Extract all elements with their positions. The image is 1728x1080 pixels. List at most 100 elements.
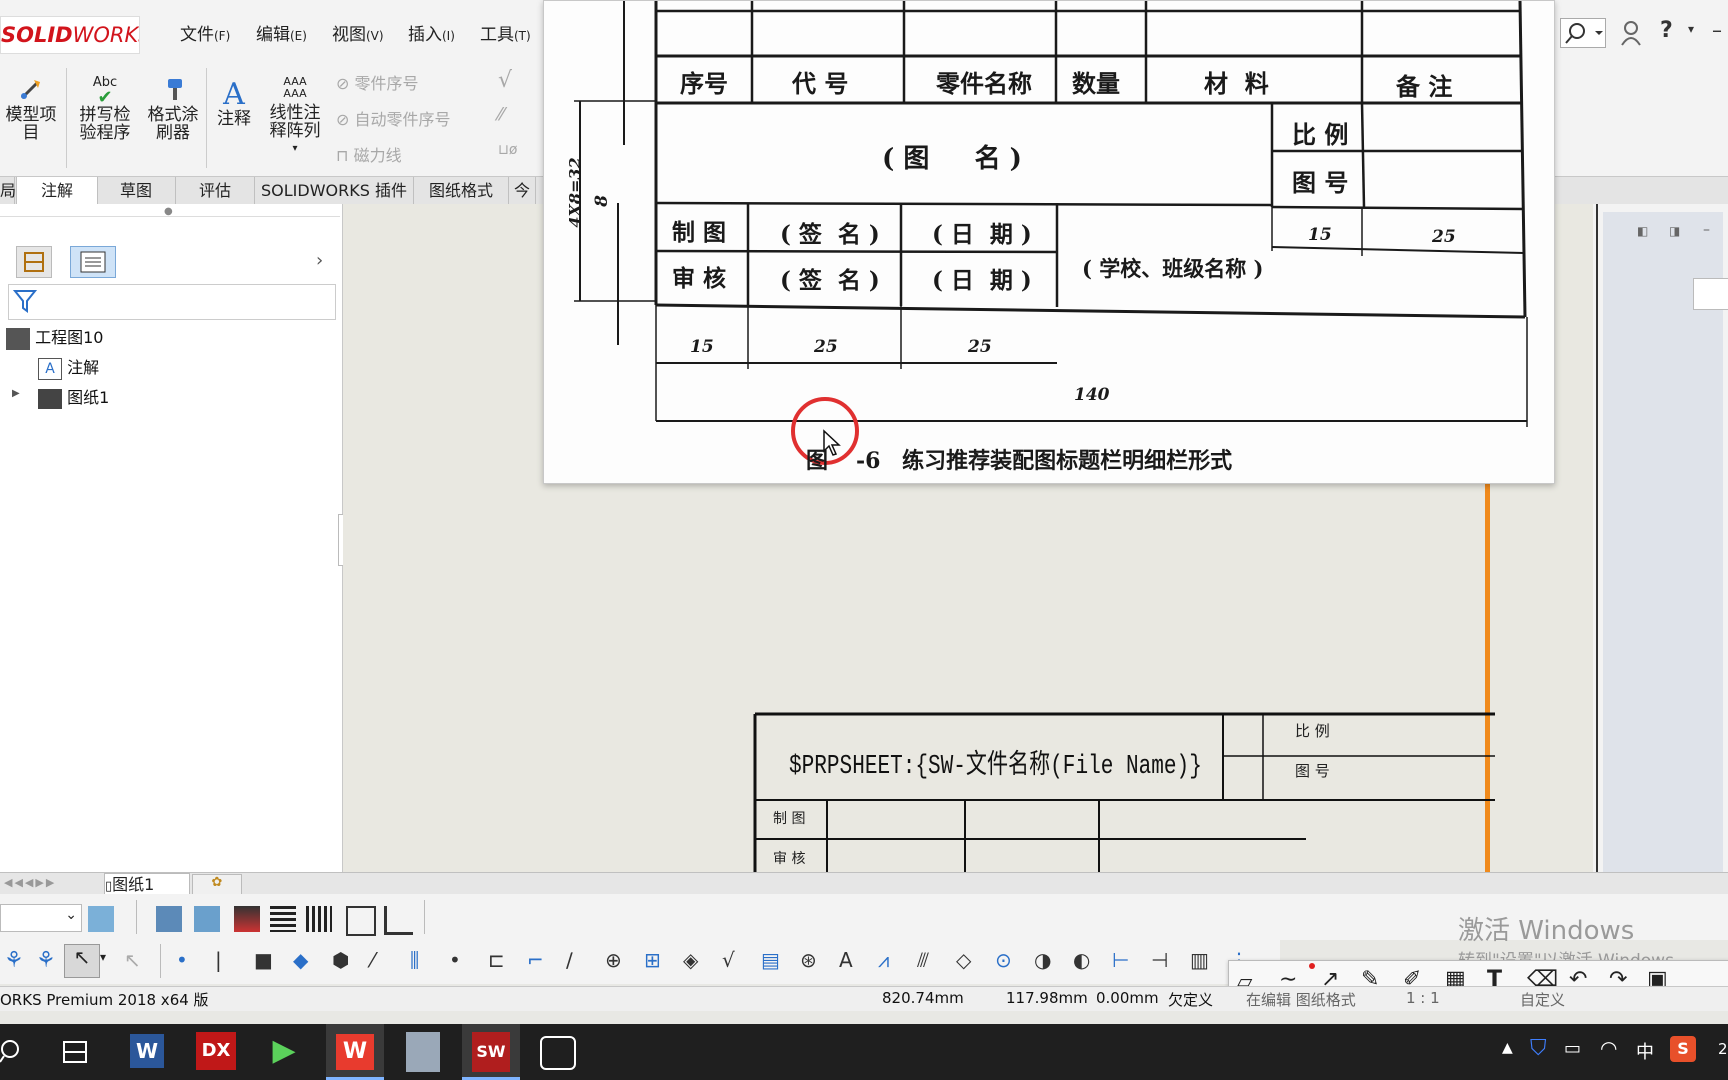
shaded-sketch-icon[interactable]: ◆ <box>293 948 308 972</box>
menu-insert[interactable]: 插入(I) <box>408 20 455 45</box>
selection-filter-icon[interactable]: ⚘ <box>36 948 56 973</box>
tray-expand-icon[interactable]: ▲ <box>1502 1040 1513 1056</box>
feature-tree-tab[interactable] <box>16 246 52 278</box>
note-button[interactable]: A 注释 <box>212 80 256 129</box>
camera-app-icon[interactable] <box>540 1036 576 1070</box>
spell-check-button[interactable]: Abc ✔ 拼写检 验程序 <box>74 76 136 143</box>
align-right-icon[interactable]: ⊣ <box>1151 948 1168 972</box>
line-color-icon[interactable] <box>156 906 182 932</box>
format-painter-button[interactable]: 格式涂 刷器 <box>142 76 204 142</box>
line-font-icon[interactable] <box>306 906 332 932</box>
ref-drafter: 制 图 <box>672 219 727 246</box>
point-icon[interactable]: • <box>176 948 188 972</box>
dx-app-icon[interactable]: DX <box>196 1032 236 1070</box>
color-display-icon[interactable] <box>384 906 413 935</box>
model-items-button[interactable]: 模型项 目 <box>2 76 60 142</box>
property-manager-tab[interactable] <box>70 246 116 278</box>
layer-properties-icon[interactable] <box>88 906 114 932</box>
task-view-icon[interactable] <box>62 1040 88 1064</box>
table-icon[interactable]: ⊞ <box>644 948 661 972</box>
title-block-name-field[interactable]: $PRPSHEET:{SW-文件名称(File Name)} <box>789 742 1202 782</box>
taskbar-wps-active[interactable]: W <box>326 1024 384 1080</box>
search-balloon-icon[interactable]: ⊛ <box>800 948 817 972</box>
layer-dropdown[interactable]: ⌄ <box>0 904 82 932</box>
status-scale[interactable]: 1 : 1 <box>1406 989 1440 1007</box>
battery-icon[interactable]: ▭ <box>1564 1038 1581 1059</box>
filter-input[interactable] <box>8 284 336 320</box>
menu-edit[interactable]: 编辑(E) <box>256 20 307 45</box>
quick-snap-icon[interactable]: ↖ <box>124 948 141 972</box>
user-icon[interactable] <box>1620 20 1642 46</box>
tab-solidworks-addins[interactable]: SOLIDWORKS 插件 <box>255 177 414 205</box>
calculator-app-icon[interactable] <box>406 1032 440 1072</box>
cube-icon[interactable]: ◇ <box>956 948 971 972</box>
weld-icon[interactable]: ⩘ <box>878 948 889 972</box>
tab-more[interactable]: 今 <box>509 177 536 205</box>
ime-indicator[interactable]: 中 <box>1636 1038 1654 1064</box>
word-app-icon[interactable]: W <box>130 1034 164 1068</box>
status-units[interactable]: 自定义 <box>1520 989 1565 1010</box>
check-icon[interactable]: √ <box>722 948 735 972</box>
task-pane-button[interactable] <box>1693 278 1728 310</box>
sogou-ime-icon[interactable]: S <box>1670 1036 1696 1062</box>
clock-text[interactable]: 2 <box>1718 1040 1728 1058</box>
note-a-icon[interactable]: A <box>839 948 853 972</box>
dimension-icon[interactable]: ⫼ <box>410 948 419 972</box>
tab-layout[interactable]: 局 <box>0 177 16 205</box>
note-box-icon[interactable]: ▤ <box>761 948 780 972</box>
datum-icon[interactable]: ⊙ <box>995 948 1012 972</box>
centerline-icon[interactable]: | <box>215 948 222 972</box>
player-app-icon[interactable]: ▶ <box>264 1032 304 1070</box>
tab-evaluate[interactable]: 评估 <box>176 177 255 205</box>
line-thickness-icon[interactable] <box>194 906 220 932</box>
task-pane-forward-icon[interactable]: ◨ <box>1669 224 1680 238</box>
tab-sheet-format[interactable]: 图纸格式 <box>414 177 509 205</box>
tab-sketch[interactable]: 草图 <box>97 177 176 205</box>
rectangle-icon[interactable]: ■ <box>254 948 273 972</box>
filter-toolbar-icon[interactable]: ⚘ <box>4 948 24 973</box>
wifi-icon[interactable]: ◠ <box>1600 1036 1617 1060</box>
origin-point-icon[interactable]: • <box>449 948 461 972</box>
tab-annotation[interactable]: 注解 <box>16 177 98 205</box>
menu-view[interactable]: 视图(V) <box>332 20 384 45</box>
3d-box-icon[interactable]: ⬢ <box>332 948 349 972</box>
hatch-icon[interactable]: ⫻ <box>917 948 929 972</box>
tree-expand-arrow-icon[interactable]: ▶ <box>12 388 20 399</box>
tree-sheet-item[interactable]: 图纸1 <box>38 384 109 409</box>
security-shield-icon[interactable]: ⛉ <box>1530 1036 1547 1061</box>
add-sheet-button[interactable]: ✿ <box>192 874 242 896</box>
smart-dimension-icon[interactable]: ⊕ <box>605 948 622 972</box>
minimize-icon[interactable]: – <box>1712 18 1722 42</box>
pie-chart-icon[interactable]: ◐ <box>1073 948 1090 972</box>
bracket-icon[interactable]: ⊏ <box>488 948 505 972</box>
line-style-icon[interactable] <box>270 906 296 932</box>
menu-file[interactable]: 文件(F) <box>180 20 230 45</box>
pencil-color-icon[interactable] <box>234 906 260 932</box>
linear-pattern-dropdown-icon[interactable]: ▾ <box>262 140 328 158</box>
help-dropdown-icon[interactable]: ▾ <box>1688 22 1694 36</box>
note-chart-icon[interactable]: ▥ <box>1190 948 1209 972</box>
task-pane-minimize-icon[interactable]: – <box>1703 222 1710 238</box>
reference-image-window[interactable]: 序号 代 号 零件名称 数量 材 料 备 注 ( 图 名 ) 比 例 图 号 制… <box>543 0 1555 484</box>
search-dropdown[interactable] <box>1560 18 1606 48</box>
hide-show-edges-icon[interactable] <box>346 906 376 936</box>
taskbar-solidworks-active[interactable]: SW <box>462 1024 520 1080</box>
tree-root-item[interactable]: 工程图10 <box>6 324 103 350</box>
search-icon[interactable] <box>0 1038 26 1066</box>
construction-line-icon[interactable]: ⁄ <box>371 948 374 972</box>
surface-finish-icon[interactable]: ◈ <box>683 948 698 972</box>
expand-panel-chevron-icon[interactable]: › <box>316 250 323 271</box>
align-left-icon[interactable]: ⊢ <box>1112 948 1129 972</box>
select-dropdown-icon[interactable]: ▾ <box>100 950 106 964</box>
trim-icon[interactable]: ∕ <box>566 948 573 972</box>
select-cursor-icon[interactable]: ↖ <box>64 944 100 978</box>
linear-note-pattern-button[interactable]: AAA AAA 线性注 释阵列 ▾ <box>262 76 328 158</box>
menu-tools[interactable]: 工具(T) <box>480 20 531 45</box>
tree-annotations-item[interactable]: A 注解 <box>38 354 99 380</box>
help-icon[interactable]: ? <box>1660 18 1673 43</box>
sheet-nav-arrows-icon[interactable]: ◀◀◀▶▶ <box>4 876 56 889</box>
solidworks-logo[interactable]: SOLIDWORKS <box>0 16 140 54</box>
crosshair-icon[interactable]: ◑ <box>1034 948 1051 972</box>
corner-icon[interactable]: ⌐ <box>527 948 544 972</box>
task-pane-back-icon[interactable]: ◧ <box>1637 224 1648 238</box>
